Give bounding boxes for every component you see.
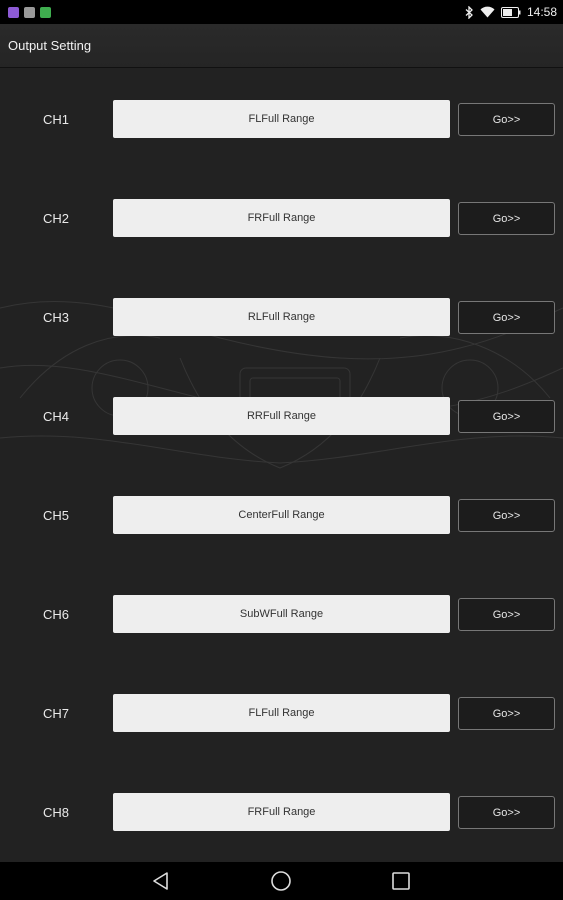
channel-row-5: CH5 CenterFull Range Go>> [0, 496, 563, 536]
channel-row-4: CH4 RRFull Range Go>> [0, 397, 563, 437]
go-button[interactable]: Go>> [458, 598, 555, 631]
app-notification-purple-icon [8, 6, 19, 18]
recent-apps-icon[interactable] [388, 869, 414, 893]
navigation-bar [0, 862, 563, 900]
channel-row-8: CH8 FRFull Range Go>> [0, 793, 563, 833]
channel-range-field[interactable]: FRFull Range [113, 793, 450, 831]
channel-label: CH4 [42, 409, 69, 424]
status-bar: 14:58 [0, 0, 563, 24]
go-button[interactable]: Go>> [458, 301, 555, 334]
channel-range-field[interactable]: FLFull Range [113, 694, 450, 732]
channel-range-field[interactable]: FRFull Range [113, 199, 450, 237]
bluetooth-icon [465, 5, 474, 19]
clock: 14:58 [526, 5, 557, 19]
wifi-icon [480, 6, 495, 18]
channel-range-field[interactable]: RRFull Range [113, 397, 450, 435]
app-bar: Output Setting [0, 24, 563, 68]
channel-label: CH2 [42, 211, 69, 226]
channel-range-field[interactable]: CenterFull Range [113, 496, 450, 534]
channel-row-3: CH3 RLFull Range Go>> [0, 298, 563, 338]
channel-label: CH7 [42, 706, 69, 721]
system-status-area: 14:58 [465, 5, 557, 19]
channel-list: CH1 FLFull Range Go>> CH2 FRFull Range G… [0, 68, 563, 862]
battery-icon [500, 6, 521, 18]
go-button[interactable]: Go>> [458, 697, 555, 730]
channel-label: CH8 [42, 805, 69, 820]
go-button[interactable]: Go>> [458, 499, 555, 532]
go-button[interactable]: Go>> [458, 202, 555, 235]
channel-row-7: CH7 FLFull Range Go>> [0, 694, 563, 734]
back-icon[interactable] [148, 869, 174, 893]
go-button[interactable]: Go>> [458, 400, 555, 433]
channel-row-6: CH6 SubWFull Range Go>> [0, 595, 563, 635]
channel-row-2: CH2 FRFull Range Go>> [0, 199, 563, 239]
app-notification-green-icon [40, 6, 51, 18]
channel-label: CH6 [42, 607, 69, 622]
channel-label: CH5 [42, 508, 69, 523]
home-icon[interactable] [268, 869, 294, 893]
channel-label: CH3 [42, 310, 69, 325]
channel-range-field[interactable]: FLFull Range [113, 100, 450, 138]
page-title: Output Setting [8, 38, 92, 53]
car-dashboard-background-image [0, 300, 563, 469]
channel-range-field[interactable]: RLFull Range [113, 298, 450, 336]
go-button[interactable]: Go>> [458, 796, 555, 829]
app-notification-gray-icon [24, 6, 35, 18]
channel-range-field[interactable]: SubWFull Range [113, 595, 450, 633]
notification-area [8, 6, 51, 18]
channel-label: CH1 [42, 112, 69, 127]
go-button[interactable]: Go>> [458, 103, 555, 136]
channel-row-1: CH1 FLFull Range Go>> [0, 100, 563, 140]
